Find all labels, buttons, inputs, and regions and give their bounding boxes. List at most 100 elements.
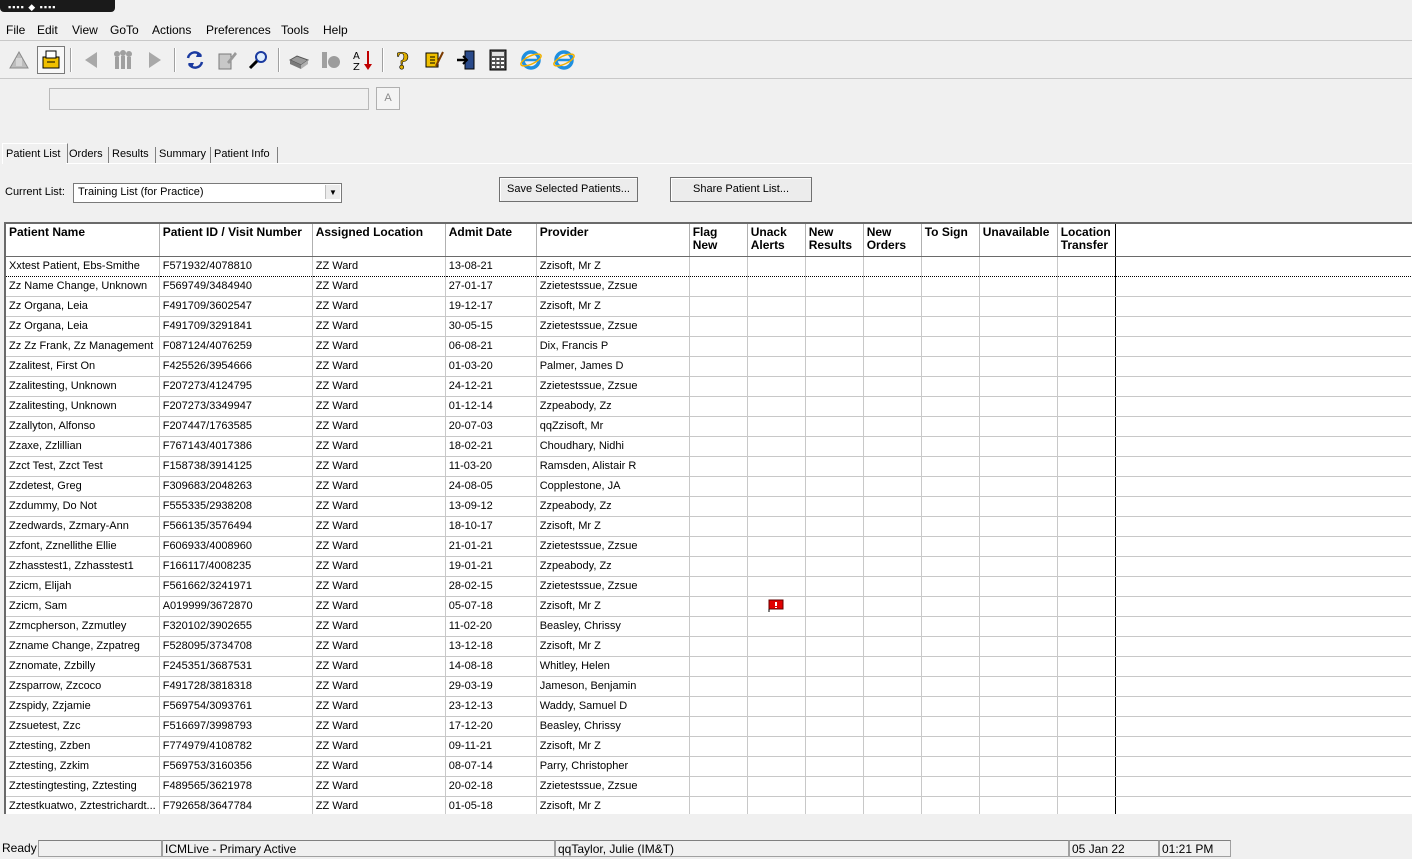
cell-unavailable[interactable] xyxy=(979,596,1058,617)
cell-unavailable[interactable] xyxy=(979,276,1058,297)
cell-new-orders[interactable] xyxy=(863,736,922,757)
cell-to-sign[interactable] xyxy=(921,276,980,297)
cell-location-transfer[interactable] xyxy=(1057,436,1116,457)
back-arrow-icon[interactable] xyxy=(78,46,104,74)
cell-new-results[interactable] xyxy=(805,636,864,657)
cell-to-sign[interactable] xyxy=(921,436,980,457)
cell-location-transfer[interactable] xyxy=(1057,776,1116,797)
cell-unavailable[interactable] xyxy=(979,396,1058,417)
cell-flag-new[interactable] xyxy=(689,416,748,437)
cell-flag-new[interactable] xyxy=(689,576,748,597)
table-row[interactable]: Xxtest Patient, Ebs-Smithe F571932/407881… xyxy=(6,256,1412,277)
current-list-select[interactable]: Training List (for Practice) ▼ xyxy=(73,183,342,203)
cell-unack-alerts[interactable] xyxy=(747,436,806,457)
cell-location-transfer[interactable] xyxy=(1057,296,1116,317)
cell-unack-alerts[interactable] xyxy=(747,376,806,397)
cell-new-results[interactable] xyxy=(805,756,864,777)
cell-unavailable[interactable] xyxy=(979,636,1058,657)
cell-unavailable[interactable] xyxy=(979,456,1058,477)
table-row[interactable]: Zzdummy, Do Not F555335/2938208 ZZ Ward 13-… xyxy=(6,496,1412,517)
cell-new-orders[interactable] xyxy=(863,336,922,357)
cell-new-orders[interactable] xyxy=(863,536,922,557)
chevron-down-icon[interactable]: ▼ xyxy=(325,185,340,199)
cell-location-transfer[interactable] xyxy=(1057,796,1116,814)
table-row[interactable]: Zz Name Change, Unknown F569749/3484940 ZZ… xyxy=(6,276,1412,297)
patient-list-icon[interactable] xyxy=(6,46,32,74)
cell-new-orders[interactable] xyxy=(863,696,922,717)
table-row[interactable]: Zzsuetest, Zzc F516697/3998793 ZZ Ward 17-1… xyxy=(6,716,1412,737)
cell-unack-alerts[interactable] xyxy=(747,556,806,577)
menu-help[interactable]: Help xyxy=(323,23,348,37)
cell-to-sign[interactable] xyxy=(921,496,980,517)
cell-unack-alerts[interactable] xyxy=(747,416,806,437)
cell-location-transfer[interactable] xyxy=(1057,276,1116,297)
table-row[interactable]: Zztesting, Zzben F774979/4108782 ZZ Ward 09… xyxy=(6,736,1412,757)
cell-location-transfer[interactable] xyxy=(1057,736,1116,757)
cell-new-results[interactable] xyxy=(805,396,864,417)
cell-unack-alerts[interactable] xyxy=(747,676,806,697)
cell-new-orders[interactable] xyxy=(863,776,922,797)
tab-patient-list[interactable]: Patient List xyxy=(2,143,68,164)
cell-new-orders[interactable] xyxy=(863,716,922,737)
tab-orders[interactable]: Orders xyxy=(66,147,109,163)
share-patient-list-button[interactable]: Share Patient List... xyxy=(670,177,812,202)
cell-location-transfer[interactable] xyxy=(1057,556,1116,577)
cell-unavailable[interactable] xyxy=(979,776,1058,797)
cell-unavailable[interactable] xyxy=(979,796,1058,814)
cell-location-transfer[interactable] xyxy=(1057,356,1116,377)
cell-unavailable[interactable] xyxy=(979,676,1058,697)
cell-to-sign[interactable] xyxy=(921,776,980,797)
table-row[interactable]: Zzicm, Sam A019999/3672870 ZZ Ward 05-07-18… xyxy=(6,596,1412,617)
cell-location-transfer[interactable] xyxy=(1057,376,1116,397)
col-header-unack-alerts[interactable]: Unack Alerts xyxy=(747,224,806,257)
cell-to-sign[interactable] xyxy=(921,636,980,657)
table-row[interactable]: Zzmcpherson, Zzmutley F320102/3902655 ZZ W… xyxy=(6,616,1412,637)
cell-new-orders[interactable] xyxy=(863,356,922,377)
table-row[interactable]: Zzicm, Elijah F561662/3241971 ZZ Ward 28-02… xyxy=(6,576,1412,597)
cell-unavailable[interactable] xyxy=(979,296,1058,317)
cell-new-results[interactable] xyxy=(805,256,864,277)
col-header-location-transfer[interactable]: Location Transfer xyxy=(1057,224,1116,257)
cell-flag-new[interactable] xyxy=(689,296,748,317)
cell-unack-alerts[interactable] xyxy=(747,616,806,637)
cell-new-orders[interactable] xyxy=(863,296,922,317)
cell-flag-new[interactable] xyxy=(689,336,748,357)
cell-new-orders[interactable] xyxy=(863,436,922,457)
cell-new-orders[interactable] xyxy=(863,636,922,657)
cell-unavailable[interactable] xyxy=(979,576,1058,597)
cell-unavailable[interactable] xyxy=(979,436,1058,457)
cell-unack-alerts[interactable] xyxy=(747,516,806,537)
cell-to-sign[interactable] xyxy=(921,596,980,617)
sort-az-icon[interactable]: AZ xyxy=(350,46,376,74)
table-row[interactable]: Zzsparrow, Zzcoco F491728/3818318 ZZ Ward 2… xyxy=(6,676,1412,697)
red-flag-icon[interactable] xyxy=(768,599,784,613)
cell-new-results[interactable] xyxy=(805,416,864,437)
cell-new-results[interactable] xyxy=(805,536,864,557)
cell-unack-alerts[interactable] xyxy=(747,696,806,717)
menu-file[interactable]: File xyxy=(6,23,25,37)
cell-unavailable[interactable] xyxy=(979,616,1058,637)
cell-location-transfer[interactable] xyxy=(1057,316,1116,337)
menu-goto[interactable]: GoTo xyxy=(110,23,139,37)
cell-to-sign[interactable] xyxy=(921,796,980,814)
cell-to-sign[interactable] xyxy=(921,736,980,757)
table-row[interactable]: Zz Zz Frank, Zz Management F087124/407625… xyxy=(6,336,1412,357)
exit-icon[interactable] xyxy=(453,46,479,74)
cell-unack-alerts[interactable] xyxy=(747,296,806,317)
cell-new-results[interactable] xyxy=(805,596,864,617)
cell-flag-new[interactable] xyxy=(689,696,748,717)
cell-location-transfer[interactable] xyxy=(1057,536,1116,557)
cell-unack-alerts[interactable] xyxy=(747,576,806,597)
cell-unavailable[interactable] xyxy=(979,556,1058,577)
cell-new-results[interactable] xyxy=(805,736,864,757)
cell-new-results[interactable] xyxy=(805,436,864,457)
internet-explorer-icon-2[interactable] xyxy=(551,46,577,74)
table-row[interactable]: Zzalitesting, Unknown F207273/3349947 ZZ W… xyxy=(6,396,1412,417)
cell-location-transfer[interactable] xyxy=(1057,456,1116,477)
cell-location-transfer[interactable] xyxy=(1057,676,1116,697)
cell-new-results[interactable] xyxy=(805,676,864,697)
menu-view[interactable]: View xyxy=(72,23,98,37)
save-selected-patients-button[interactable]: Save Selected Patients... xyxy=(499,177,638,202)
cell-new-results[interactable] xyxy=(805,376,864,397)
cell-new-orders[interactable] xyxy=(863,596,922,617)
